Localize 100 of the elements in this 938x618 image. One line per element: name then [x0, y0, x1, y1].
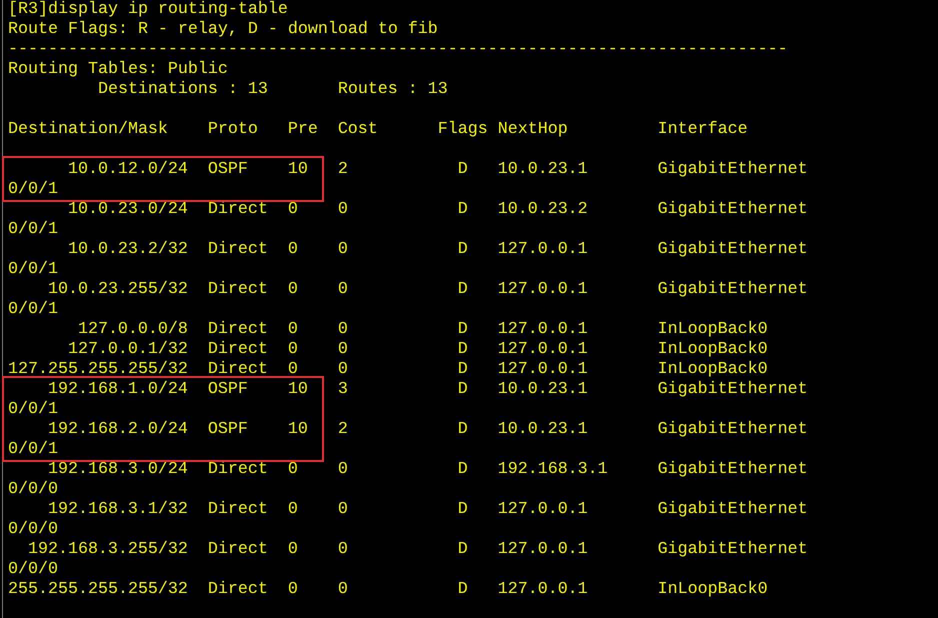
table-cell-text: OSPF: [208, 420, 249, 440]
table-cell-text: Direct: [208, 320, 269, 340]
table-cell: GigabitEthernet: [658, 160, 808, 180]
table-cell-text: 127.0.0.1: [498, 360, 589, 380]
table-cell-text: 10: [288, 420, 309, 440]
table-cell: 0/0/1: [8, 300, 58, 320]
table-cell-text: 0: [338, 500, 349, 520]
table-cell-text: 0: [338, 580, 349, 600]
table-cell: GigabitEthernet: [658, 280, 808, 300]
destinations-count: Destinations : 13: [98, 80, 268, 100]
table-cell-text: 10.0.23.0/24: [66, 200, 188, 220]
table-cell-text: 0: [288, 240, 299, 260]
table-cell-text: 192.168.3.255/32: [26, 540, 188, 560]
table-cell: 127.255.255.255/32: [8, 360, 188, 380]
table-cell-text: 0: [288, 320, 299, 340]
table-cell-text: Direct: [208, 200, 269, 220]
column-header: Destination/Mask: [8, 120, 169, 140]
table-cell-text: 0: [338, 540, 349, 560]
table-cell-text: InLoopBack0: [658, 580, 769, 600]
table-cell-text: Direct: [208, 580, 269, 600]
table-cell-text: 0: [288, 580, 299, 600]
table-cell-text: 10.0.23.255/32: [46, 280, 188, 300]
table-cell-text: 127.0.0.1: [498, 580, 589, 600]
table-cell: GigabitEthernet: [658, 540, 808, 560]
table-cell: GigabitEthernet: [658, 200, 808, 220]
table-cell: GigabitEthernet: [658, 380, 808, 400]
table-cell-text: D: [456, 360, 469, 380]
table-cell-text: D: [456, 280, 469, 300]
table-cell-text: 0: [288, 500, 299, 520]
table-cell-text: Direct: [208, 240, 269, 260]
table-cell: 0/0/1: [8, 400, 58, 420]
table-cell-text: D: [456, 420, 469, 440]
table-cell-text: 0: [338, 280, 349, 300]
column-header: NextHop: [498, 120, 569, 140]
table-cell-text: InLoopBack0: [658, 340, 769, 360]
table-cell-text: 127.0.0.1: [498, 240, 589, 260]
flags-legend: Route Flags: R - relay, D - download to fib: [8, 20, 438, 40]
table-cell-text: 2: [338, 420, 349, 440]
table-cell-text: Direct: [208, 360, 269, 380]
table-cell: GigabitEthernet: [658, 500, 808, 520]
table-cell-text: InLoopBack0: [658, 360, 769, 380]
table-cell: 0/0/1: [8, 440, 58, 460]
table-cell-text: 127.0.0.1: [498, 280, 589, 300]
table-cell-text: 127.0.0.0/8: [76, 320, 188, 340]
table-cell-text: D: [456, 240, 469, 260]
separator-line: ------------------------------------------------------------------------------: [8, 40, 788, 60]
table-cell-text: D: [456, 320, 469, 340]
table-cell: 255.255.255.255/32: [8, 580, 188, 600]
table-cell-text: 127.0.0.1: [498, 340, 589, 360]
table-cell-text: 0: [338, 360, 349, 380]
table-cell: GigabitEthernet: [658, 420, 808, 440]
table-cell-text: InLoopBack0: [658, 320, 769, 340]
table-cell-text: 192.168.2.0/24: [46, 420, 188, 440]
table-cell-text: 0: [288, 340, 299, 360]
table-cell-text: 10.0.23.1: [498, 160, 589, 180]
table-cell-text: Direct: [208, 540, 269, 560]
table-cell-text: D: [456, 540, 469, 560]
table-cell-text: 10.0.23.1: [498, 380, 589, 400]
table-cell-text: Direct: [208, 500, 269, 520]
table-cell-text: OSPF: [208, 380, 249, 400]
table-cell: 0/0/0: [8, 560, 58, 580]
column-header: Flags: [438, 120, 488, 140]
table-cell-text: 0: [338, 200, 349, 220]
table-cell-text: 2: [338, 160, 349, 180]
table-cell-text: 10.0.23.2/32: [66, 240, 188, 260]
column-header: Pre: [288, 120, 319, 140]
table-cell: 0/0/1: [8, 220, 58, 240]
command-line: [R3]display ip routing-table: [8, 0, 288, 20]
table-cell-text: 0: [288, 360, 299, 380]
table-cell-text: D: [456, 460, 469, 480]
table-cell-text: 192.168.1.0/24: [46, 380, 188, 400]
table-cell-text: 10: [288, 160, 309, 180]
column-header: Interface: [658, 120, 749, 140]
table-cell-text: 0: [338, 240, 349, 260]
table-cell-text: 0: [288, 200, 299, 220]
table-cell-text: 10: [288, 380, 309, 400]
table-cell-text: 127.0.0.1: [498, 540, 589, 560]
table-cell-text: 10.0.23.2: [498, 200, 589, 220]
table-cell-text: D: [456, 200, 469, 220]
table-cell-text: D: [456, 380, 469, 400]
table-cell-text: 192.168.3.1/32: [46, 500, 188, 520]
table-cell: GigabitEthernet: [658, 240, 808, 260]
table-cell: 0/0/0: [8, 480, 58, 500]
table-cell: GigabitEthernet: [658, 460, 808, 480]
table-cell-text: 0: [338, 320, 349, 340]
table-cell-text: Direct: [208, 340, 269, 360]
table-cell: 0/0/1: [8, 260, 58, 280]
table-cell-text: 10.0.23.1: [498, 420, 589, 440]
table-cell-text: 0: [338, 340, 349, 360]
table-cell-text: 0: [288, 280, 299, 300]
table-cell-text: 127.0.0.1: [498, 320, 589, 340]
column-header: Proto: [208, 120, 259, 140]
table-cell: 0/0/1: [8, 180, 58, 200]
table-cell-text: 0: [338, 460, 349, 480]
table-title: Routing Tables: Public: [8, 60, 228, 80]
table-cell-text: 0: [288, 460, 299, 480]
routes-count: Routes : 13: [338, 80, 448, 100]
table-cell-text: D: [456, 340, 469, 360]
table-cell-text: OSPF: [208, 160, 249, 180]
table-cell-text: D: [456, 160, 469, 180]
